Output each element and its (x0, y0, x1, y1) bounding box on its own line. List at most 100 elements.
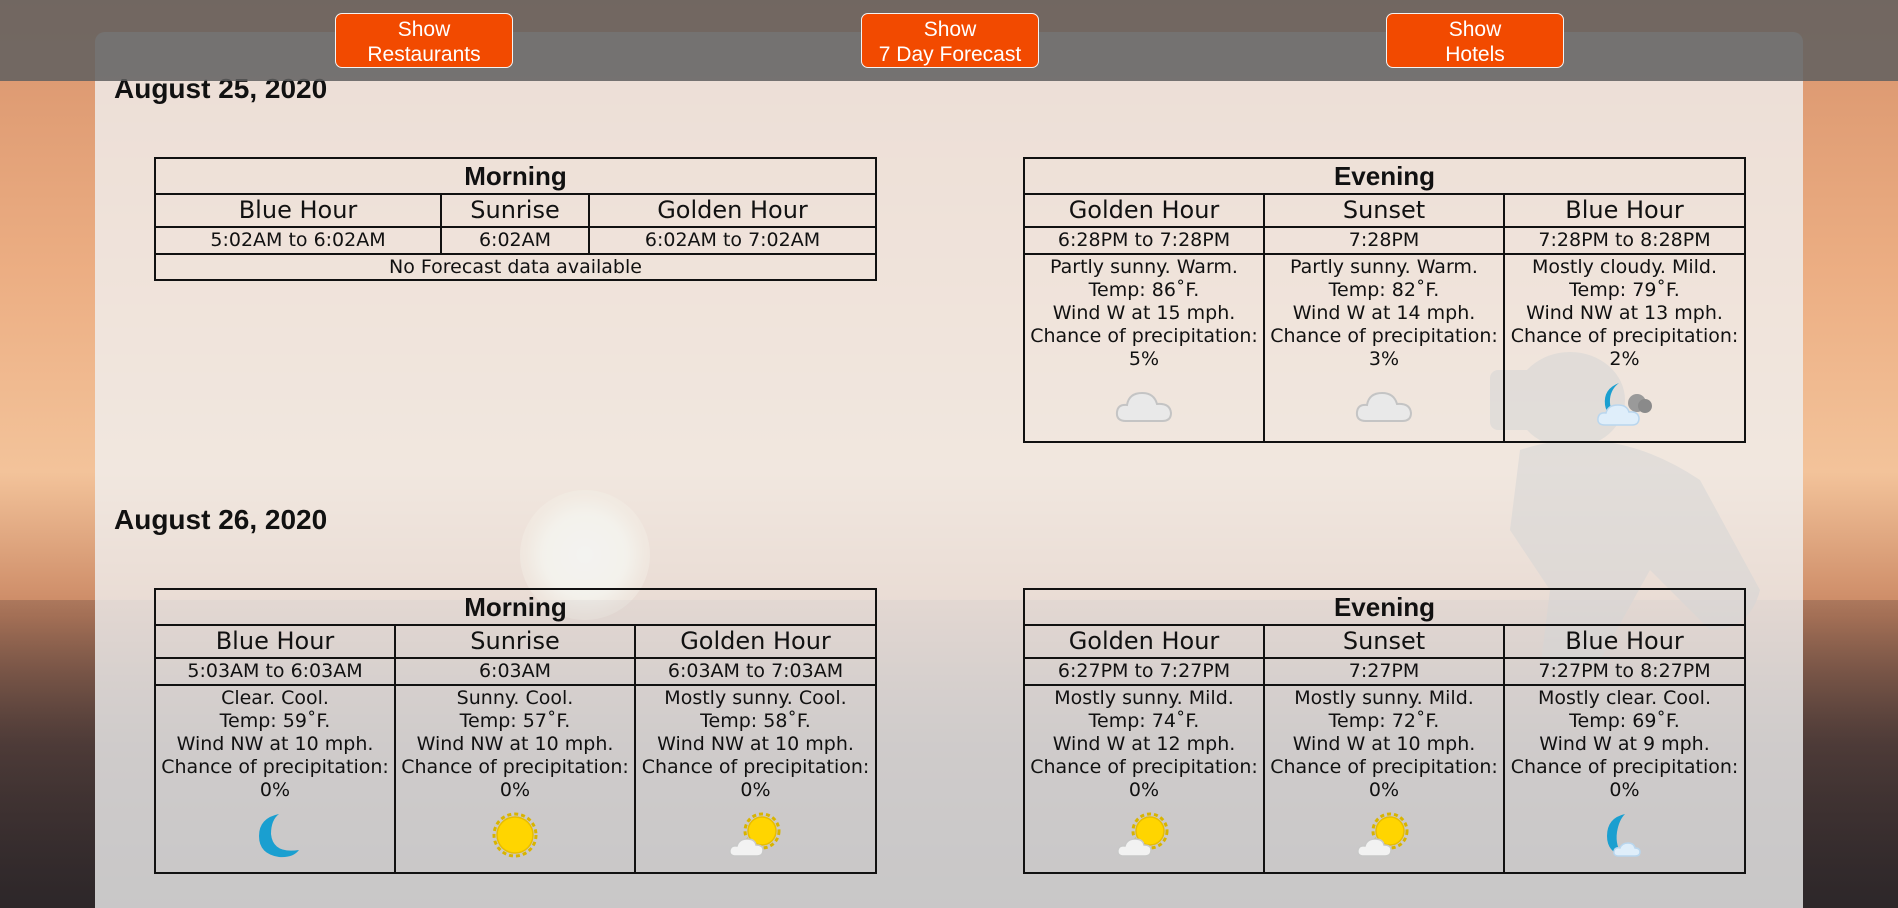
morning-forecast-table: Morning Blue Hour Sunrise Golden Hour 5:… (154, 588, 877, 874)
time-range: 6:03AM to 7:03AM (634, 657, 877, 686)
wind-text: Wind NW at 10 mph. (657, 733, 854, 755)
forecast-cell: Mostly sunny. Mild. Temp: 72˚F. Wind W a… (1263, 684, 1505, 874)
precipitation-label: Chance of precipitation: (161, 756, 389, 778)
forecast-cell: Partly sunny. Warm. Temp: 82˚F. Wind W a… (1263, 253, 1505, 443)
temperature-text: Temp: 69˚F. (1569, 710, 1680, 732)
forecast-cell: Mostly sunny. Cool. Temp: 58˚F. Wind NW … (634, 684, 877, 874)
precipitation-label: Chance of precipitation: (1270, 325, 1498, 347)
forecast-cell: Partly sunny. Warm. Temp: 86˚F. Wind W a… (1023, 253, 1265, 443)
mostly-sunny-icon (728, 812, 780, 857)
time-range: 6:03AM (394, 657, 636, 686)
moon-icon (259, 814, 299, 858)
temperature-text: Temp: 82˚F. (1328, 279, 1440, 301)
condition-text: Sunny. Cool. (456, 687, 574, 709)
cloudy-icon (1355, 391, 1413, 422)
period-title: Morning (154, 588, 877, 626)
button-label-line2: Restaurants (367, 42, 481, 66)
condition-text: Partly sunny. Warm. (1290, 256, 1478, 278)
button-label-line2: 7 Day Forecast (878, 42, 1022, 66)
precipitation-value: 0% (1128, 779, 1160, 801)
temperature-text: Temp: 79˚F. (1569, 279, 1680, 301)
precipitation-label: Chance of precipitation: (1030, 325, 1258, 347)
sun-icon (492, 812, 538, 858)
top-navigation-bar: Show Restaurants Show 7 Day Forecast Sho… (0, 0, 1898, 81)
time-range: 6:02AM (440, 226, 590, 255)
wind-text: Wind NW at 10 mph. (416, 733, 614, 755)
time-range: 6:02AM to 7:02AM (588, 226, 877, 255)
precipitation-label: Chance of precipitation: (401, 756, 629, 778)
condition-text: Partly sunny. Warm. (1050, 256, 1238, 278)
precipitation-label: Chance of precipitation: (641, 756, 870, 778)
precipitation-value: 2% (1609, 348, 1640, 370)
column-name: Golden Hour (588, 193, 877, 228)
precipitation-value: 0% (740, 779, 771, 801)
temperature-text: Temp: 59˚F. (219, 710, 331, 732)
time-range: 6:27PM to 7:27PM (1023, 657, 1265, 686)
show-restaurants-button[interactable]: Show Restaurants (335, 13, 513, 68)
precipitation-label: Chance of precipitation: (1030, 756, 1258, 778)
temperature-text: Temp: 74˚F. (1088, 710, 1200, 732)
condition-text: Mostly cloudy. Mild. (1531, 256, 1718, 278)
show-7-day-forecast-button[interactable]: Show 7 Day Forecast (861, 13, 1039, 68)
time-range: 7:28PM to 8:28PM (1502, 226, 1747, 255)
forecast-cell: Mostly cloudy. Mild. Temp: 79˚F. Wind NW… (1502, 253, 1747, 443)
condition-text: Mostly sunny. Mild. (1294, 687, 1474, 709)
precipitation-value: 0% (1368, 779, 1400, 801)
condition-text: Mostly sunny. Mild. (1054, 687, 1234, 709)
show-hotels-button[interactable]: Show Hotels (1386, 13, 1564, 68)
precipitation-value: 5% (1128, 348, 1160, 370)
time-range: 7:27PM to 8:27PM (1502, 657, 1747, 686)
column-name: Sunset (1263, 193, 1505, 228)
wind-text: Wind W at 9 mph. (1539, 733, 1710, 755)
time-range: 5:03AM to 6:03AM (154, 657, 396, 686)
column-name: Golden Hour (1023, 193, 1265, 228)
wind-text: Wind W at 15 mph. (1052, 302, 1236, 324)
wind-text: Wind W at 10 mph. (1292, 733, 1476, 755)
cloudy-icon (1115, 391, 1173, 422)
precipitation-label: Chance of precipitation: (1510, 325, 1739, 347)
wind-text: Wind W at 12 mph. (1052, 733, 1236, 755)
precipitation-label: Chance of precipitation: (1270, 756, 1498, 778)
column-name: Golden Hour (1023, 624, 1265, 659)
button-label-line1: Show (923, 17, 977, 41)
button-label-line1: Show (397, 17, 451, 41)
temperature-text: Temp: 86˚F. (1088, 279, 1200, 301)
condition-text: Mostly sunny. Cool. (664, 687, 847, 709)
forecast-cell: Mostly clear. Cool. Temp: 69˚F. Wind W a… (1502, 684, 1747, 874)
column-name: Sunset (1263, 624, 1505, 659)
time-range: 6:28PM to 7:28PM (1023, 226, 1265, 255)
forecast-cell: Sunny. Cool. Temp: 57˚F. Wind NW at 10 m… (394, 684, 636, 874)
condition-text: Mostly clear. Cool. (1538, 687, 1711, 709)
date-heading: August 26, 2020 (114, 504, 328, 535)
time-range: 5:02AM to 6:02AM (154, 226, 442, 255)
mostly-sunny-icon (1357, 812, 1409, 857)
period-title: Evening (1022, 157, 1747, 195)
button-label-line1: Show (1448, 17, 1502, 41)
forecast-cell: Mostly sunny. Mild. Temp: 74˚F. Wind W a… (1023, 684, 1265, 874)
morning-forecast-table: Morning Blue Hour Sunrise Golden Hour 5:… (154, 157, 877, 281)
precipitation-value: 3% (1368, 348, 1400, 370)
condition-text: Clear. Cool. (221, 687, 329, 709)
evening-forecast-table: Evening Golden Hour Sunset Blue Hour 6:2… (1022, 157, 1747, 443)
column-name: Blue Hour (1502, 193, 1747, 228)
wind-text: Wind NW at 10 mph. (176, 733, 374, 755)
temperature-text: Temp: 58˚F. (700, 710, 811, 732)
precipitation-value: 0% (1609, 779, 1640, 801)
precipitation-label: Chance of precipitation: (1510, 756, 1739, 778)
temperature-text: Temp: 72˚F. (1328, 710, 1440, 732)
wind-text: Wind W at 14 mph. (1292, 302, 1476, 324)
time-range: 7:27PM (1263, 657, 1505, 686)
precipitation-value: 0% (259, 779, 291, 801)
column-name: Blue Hour (154, 624, 396, 659)
period-title: Morning (154, 157, 877, 195)
night-cloudy-icon (1596, 383, 1652, 426)
column-name: Sunrise (440, 193, 590, 228)
column-name: Golden Hour (634, 624, 877, 659)
button-label-line2: Hotels (1445, 42, 1505, 66)
column-name: Sunrise (394, 624, 636, 659)
evening-forecast-table: Evening Golden Hour Sunset Blue Hour 6:2… (1022, 588, 1747, 874)
wind-text: Wind NW at 13 mph. (1526, 302, 1723, 324)
temperature-text: Temp: 57˚F. (459, 710, 571, 732)
time-range: 7:28PM (1263, 226, 1505, 255)
period-title: Evening (1022, 588, 1747, 626)
